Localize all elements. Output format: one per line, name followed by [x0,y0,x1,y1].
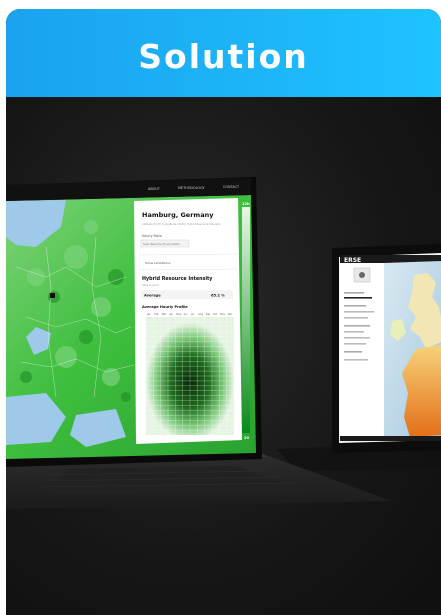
month-label: Apr [169,313,173,316]
panel-location: Hamburg, Germany [142,211,214,219]
header-banner: Solution [6,9,441,97]
month-label: May [176,313,182,316]
laptop-scene: ERSE ABOUT METHODOLOGY CONTACT Hamburg, … [6,97,441,615]
nav-methodology[interactable]: METHODOLOGY [178,186,206,190]
profile-title: Average Hourly Profile [142,305,188,309]
month-label: Jun [183,313,188,316]
month-label: Dec [228,313,233,316]
page-title: Solution [138,37,309,76]
month-label: Jul [190,313,194,316]
show-limitations-link[interactable]: Show Limitations [145,261,171,265]
nav-contact[interactable]: CONTACT [223,185,240,189]
panel-hourly-label: Hourly Ratio [142,234,162,238]
section-subtitle: Solar & wind [142,283,159,287]
month-label: Feb [154,313,159,316]
month-label: Sep [206,313,211,316]
location-marker[interactable] [50,293,55,298]
resource-select-value: Solar Resource (Hourly Ratio) [143,242,180,246]
month-label: Jan [146,313,151,316]
month-label: Mar [162,313,167,316]
average-label: Average [144,294,161,298]
month-label: Oct [213,313,217,316]
month-label: Aug [198,313,203,316]
solution-card: Solution ERSE ABOUT METHODOLOGY CONTACT … [6,9,441,615]
month-label: Nov [220,313,225,316]
section-title: Hybrid Resource Intensity [142,276,213,282]
legend-top-label: 12h [242,202,250,206]
left-laptop-screen: ABOUT METHODOLOGY CONTACT Hamburg, Germa… [6,178,256,459]
intensity-legend: 12h 20 [242,202,250,440]
right-laptop: ERSE [332,244,441,453]
panel-subtitle: Latitude 53.55 | Longitude 10.00 | Hybri… [142,222,221,226]
location-panel: Hamburg, Germany Latitude 53.55 | Longit… [134,198,242,444]
legend-bottom-label: 20 [244,436,250,440]
average-value: 65.2 % [211,294,225,298]
nav-about[interactable]: ABOUT [148,187,161,191]
right-logo: ERSE [344,257,361,264]
